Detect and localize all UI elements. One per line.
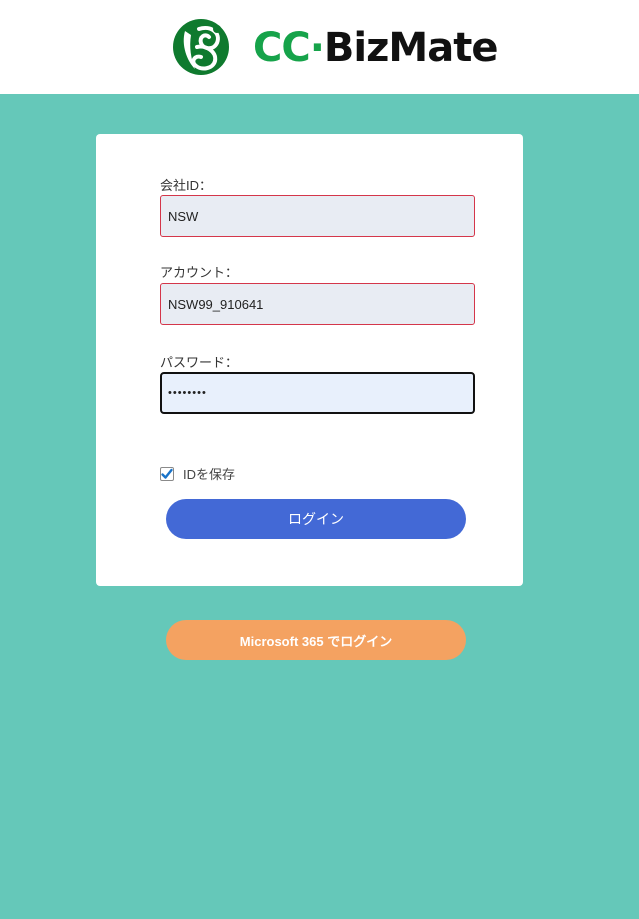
cc-bizmate-logo: CC·BizMate — [171, 17, 498, 77]
company-id-label: 会社ID： — [160, 178, 213, 193]
bizmate-logo-icon — [173, 19, 229, 75]
account-label: アカウント： — [160, 265, 239, 280]
logo-cc-text: CC — [253, 25, 311, 71]
remember-id-option[interactable]: IDを保存 — [160, 464, 235, 483]
password-input[interactable]: •••••••• — [160, 372, 475, 414]
remember-id-label: IDを保存 — [183, 467, 236, 482]
company-id-input[interactable]: NSW — [160, 195, 475, 237]
remember-id-checkbox[interactable] — [160, 466, 174, 481]
login-button[interactable]: ログイン — [166, 499, 466, 539]
checkmark-icon — [161, 468, 173, 479]
logo-bizmate-text: BizMate — [323, 25, 499, 71]
company-id-value: NSW — [168, 208, 199, 224]
microsoft-365-login-button[interactable]: Microsoft 365 でログイン — [166, 620, 466, 660]
login-card: 会社ID： NSW アカウント： NSW99_910641 パスワード： •••… — [96, 134, 523, 586]
password-label: パスワード： — [160, 355, 239, 370]
account-value: NSW99_910641 — [168, 296, 264, 312]
header-bar: CC·BizMate — [0, 0, 639, 94]
account-input[interactable]: NSW99_910641 — [160, 283, 475, 325]
logo-dot-text: · — [309, 25, 325, 71]
logo-wordmark: CC·BizMate — [253, 25, 499, 71]
password-value: •••••••• — [168, 387, 207, 399]
